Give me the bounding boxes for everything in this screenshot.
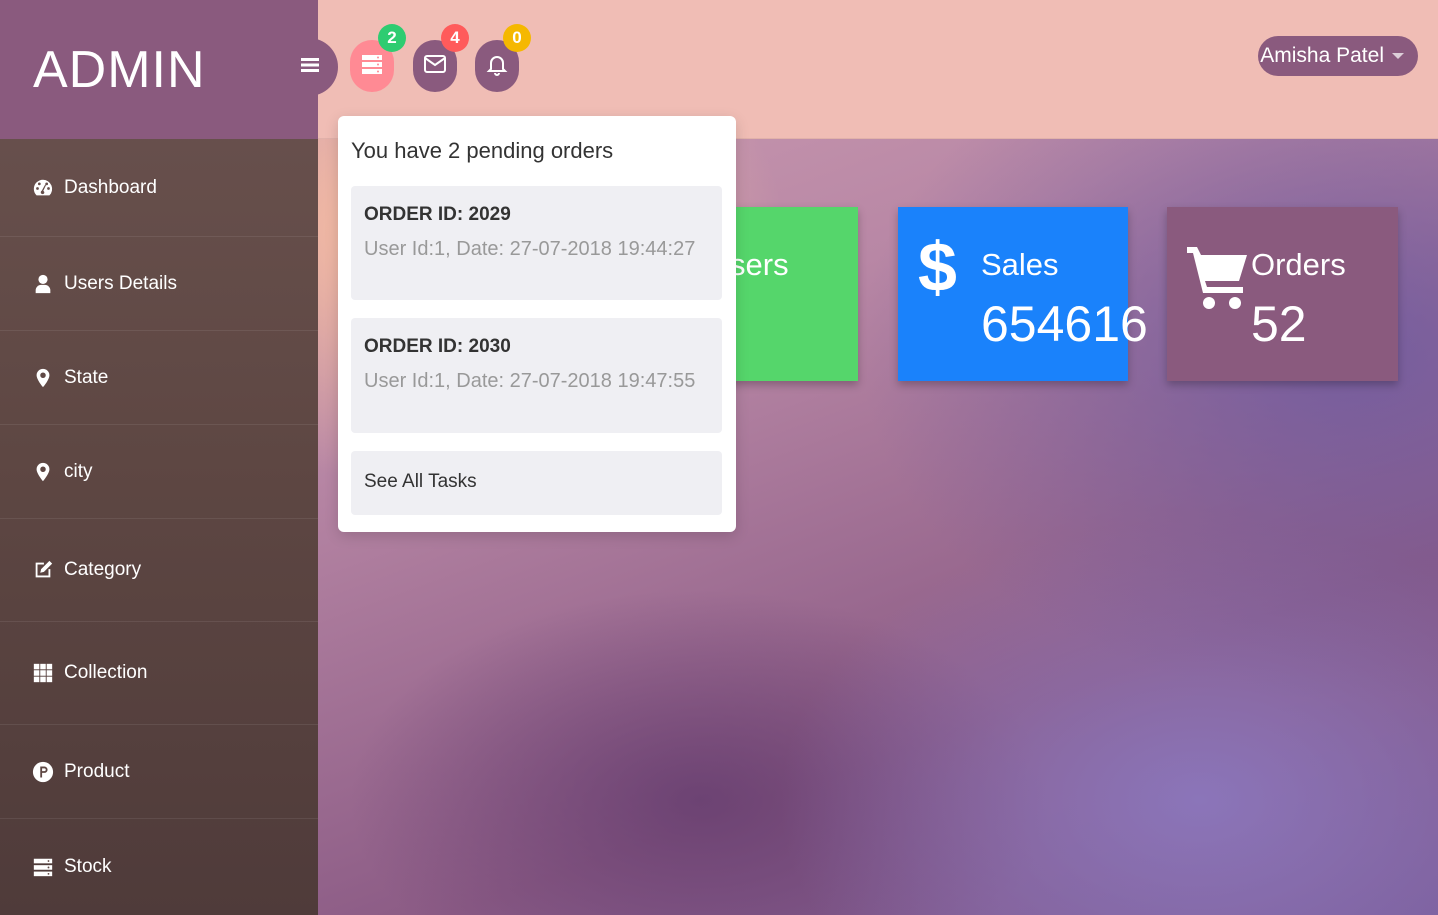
messages-badge: 4 <box>441 24 469 52</box>
order-item[interactable]: ORDER ID: 2029 User Id:1, Date: 27-07-20… <box>351 186 722 300</box>
cart-icon <box>1187 243 1249 318</box>
sales-card-value: 654616 <box>981 296 1148 352</box>
user-name: Amisha Patel <box>1260 44 1384 67</box>
dollar-icon: $ <box>918 228 957 306</box>
brand[interactable]: ADMIN <box>0 0 318 139</box>
sidebar-item-label: Collection <box>64 662 148 683</box>
sales-card-label: Sales <box>981 247 1059 282</box>
sidebar-item-label: city <box>64 460 93 482</box>
dashboard-icon <box>32 177 54 199</box>
bell-icon <box>485 52 509 81</box>
server-icon <box>32 856 54 878</box>
sidebar-item-label: State <box>64 366 109 388</box>
sidebar-item-label: Users Details <box>64 272 177 294</box>
sidebar-item-label: Category <box>64 559 142 580</box>
map-marker-icon <box>32 461 54 483</box>
order-id: ORDER ID: 2029 <box>364 204 511 225</box>
caret-down-icon <box>1392 53 1404 59</box>
see-all-tasks-link[interactable]: See All Tasks <box>351 451 722 515</box>
sidebar-item-category[interactable]: Category <box>0 519 318 622</box>
sidebar-item-state[interactable]: State <box>0 331 318 425</box>
order-meta: User Id:1, Date: 27-07-2018 19:44:27 <box>364 238 696 260</box>
brand-title: ADMIN <box>33 40 206 99</box>
order-id: ORDER ID: 2030 <box>364 336 511 357</box>
product-p-icon <box>32 761 54 783</box>
orders-card[interactable]: Orders 52 <box>1167 207 1398 381</box>
order-item[interactable]: ORDER ID: 2030 User Id:1, Date: 27-07-20… <box>351 318 722 433</box>
notifications-button[interactable]: 0 <box>475 24 531 92</box>
see-all-label: See All Tasks <box>364 471 477 492</box>
sidebar-item-label: Product <box>64 760 130 782</box>
menu-toggle-button[interactable] <box>282 38 338 96</box>
orders-button[interactable]: 2 <box>350 24 406 92</box>
orders-card-label: Orders <box>1251 247 1346 282</box>
orders-dropdown: You have 2 pending orders ORDER ID: 2029… <box>338 116 736 532</box>
sidebar-item-product[interactable]: Product <box>0 725 318 819</box>
user-menu-button[interactable]: Amisha Patel <box>1258 36 1418 76</box>
grid-icon <box>32 662 54 684</box>
sidebar-item-dashboard[interactable]: Dashboard <box>0 139 318 237</box>
hamburger-icon <box>300 55 320 80</box>
dropdown-header: You have 2 pending orders <box>351 138 614 163</box>
edit-icon <box>32 559 54 581</box>
order-meta: User Id:1, Date: 27-07-2018 19:47:55 <box>364 370 696 392</box>
user-icon <box>32 273 54 295</box>
orders-badge: 2 <box>378 24 406 52</box>
sidebar-item-label: Dashboard <box>64 176 157 198</box>
sidebar-item-users-details[interactable]: Users Details <box>0 237 318 331</box>
notifications-badge: 0 <box>503 24 531 52</box>
sidebar-item-collection[interactable]: Collection <box>0 622 318 725</box>
server-icon <box>360 52 384 81</box>
sidebar: ADMIN Dashboard Users Details State city… <box>0 0 318 915</box>
sidebar-item-city[interactable]: city <box>0 425 318 519</box>
sales-card[interactable]: $ Sales 654616 <box>898 207 1148 381</box>
envelope-icon <box>423 52 447 81</box>
orders-card-value: 52 <box>1251 296 1307 352</box>
sidebar-item-stock[interactable]: Stock <box>0 819 318 915</box>
sidebar-item-label: Stock <box>64 856 112 877</box>
users-card-label: sers <box>730 247 789 282</box>
map-marker-icon <box>32 367 54 389</box>
messages-button[interactable]: 4 <box>413 24 469 92</box>
